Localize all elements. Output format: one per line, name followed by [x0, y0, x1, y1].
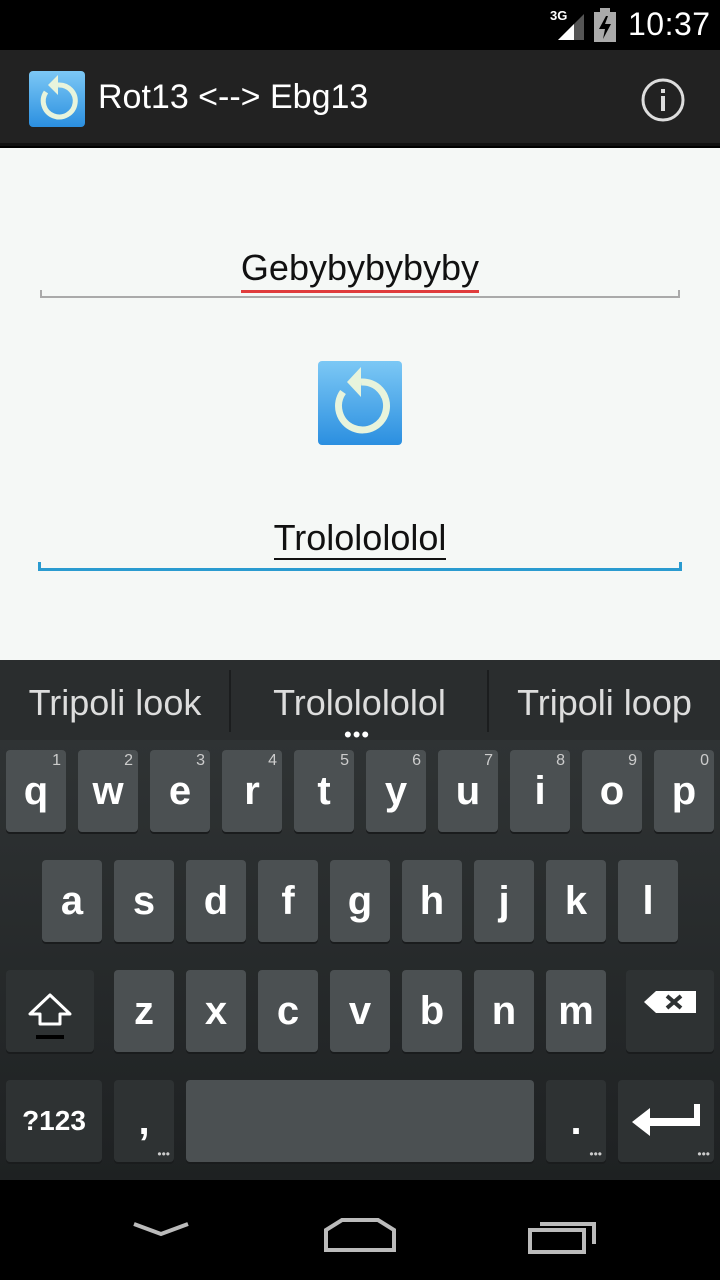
key-k[interactable]: k — [546, 860, 606, 942]
key-c[interactable]: c — [258, 970, 318, 1052]
clock: 10:37 — [628, 6, 711, 42]
key-e[interactable]: 3e — [150, 750, 210, 832]
navigation-bar — [0, 1180, 720, 1280]
symbols-key[interactable]: ?123 — [6, 1080, 102, 1162]
key-label: c — [276, 989, 300, 1033]
key-hint: 7 — [484, 752, 493, 769]
key-z[interactable]: z — [114, 970, 174, 1052]
period-key[interactable]: . ••• — [546, 1080, 606, 1162]
key-u[interactable]: 7u — [438, 750, 498, 832]
key-hint: 5 — [340, 752, 349, 769]
status-bar: 3G 10:37 — [0, 0, 720, 50]
key-label: a — [60, 879, 84, 923]
output-field[interactable]: Trololololol — [38, 518, 682, 578]
input-field[interactable]: Gebybybybyby — [40, 246, 680, 306]
key-hint: 9 — [628, 752, 637, 769]
key-a[interactable]: a — [42, 860, 102, 942]
key-hint: 8 — [556, 752, 565, 769]
input-underline — [40, 290, 680, 298]
key-g[interactable]: g — [330, 860, 390, 942]
key-q[interactable]: 1q — [6, 750, 66, 832]
key-l[interactable]: l — [618, 860, 678, 942]
rotate-button[interactable] — [317, 360, 403, 446]
rotate-icon[interactable] — [28, 70, 86, 128]
space-key[interactable] — [186, 1080, 534, 1162]
key-n[interactable]: n — [474, 970, 534, 1052]
key-r[interactable]: 4r — [222, 750, 282, 832]
suggestion-3[interactable]: Tripoli loop — [489, 660, 720, 740]
key-label: b — [419, 989, 445, 1033]
key-o[interactable]: 9o — [582, 750, 642, 832]
key-f[interactable]: f — [258, 860, 318, 942]
key-s[interactable]: s — [114, 860, 174, 942]
more-keys-indicator: ••• — [157, 1147, 170, 1161]
key-j[interactable]: j — [474, 860, 534, 942]
home-icon[interactable] — [322, 1216, 398, 1256]
key-hint: 6 — [412, 752, 421, 769]
key-hint: 3 — [196, 752, 205, 769]
input-text[interactable]: Gebybybybyby — [240, 246, 480, 293]
key-label: v — [348, 989, 372, 1033]
key-label: k — [564, 879, 588, 923]
backspace-key[interactable] — [626, 970, 714, 1052]
key-i[interactable]: 8i — [510, 750, 570, 832]
key-label: l — [642, 879, 654, 923]
key-label: j — [498, 879, 510, 923]
key-label: m — [558, 989, 594, 1033]
key-p[interactable]: 0p — [654, 750, 714, 832]
key-v[interactable]: v — [330, 970, 390, 1052]
comma-key[interactable]: , ••• — [114, 1080, 174, 1162]
more-keys-indicator: ••• — [589, 1147, 602, 1161]
output-text[interactable]: Trololololol — [273, 518, 447, 560]
key-x[interactable]: x — [186, 970, 246, 1052]
keyboard: 1q 2w 3e 4r 5t 6y 7u 8i 9o 0p a s d f g … — [0, 740, 720, 1180]
main-content: Gebybybybyby Trololololol — [0, 148, 720, 660]
enter-key[interactable]: ••• — [618, 1080, 714, 1162]
backspace-icon — [644, 991, 696, 1013]
key-hint: 1 — [52, 752, 61, 769]
key-label: ?123 — [22, 1105, 86, 1136]
recents-icon[interactable] — [526, 1216, 600, 1256]
key-hint: 2 — [124, 752, 133, 769]
battery-icon — [594, 8, 616, 42]
output-underline — [38, 562, 682, 571]
key-label: z — [134, 989, 154, 1033]
key-h[interactable]: h — [402, 860, 462, 942]
key-label: g — [347, 879, 373, 923]
more-keys-indicator: ••• — [697, 1147, 710, 1161]
app-title: Rot13 <--> Ebg13 — [98, 78, 369, 116]
key-y[interactable]: 6y — [366, 750, 426, 832]
key-hint: 0 — [700, 752, 709, 769]
shift-icon — [28, 993, 72, 1039]
key-b[interactable]: b — [402, 970, 462, 1052]
key-label: f — [281, 879, 295, 923]
key-label: h — [419, 879, 445, 923]
shift-key[interactable] — [6, 970, 94, 1052]
key-t[interactable]: 5t — [294, 750, 354, 832]
key-w[interactable]: 2w — [78, 750, 138, 832]
key-label: s — [132, 879, 156, 923]
key-label: d — [203, 879, 229, 923]
key-label: n — [491, 989, 517, 1033]
more-suggestions-indicator[interactable]: ••• — [344, 724, 370, 746]
key-m[interactable]: m — [546, 970, 606, 1052]
key-hint: 4 — [268, 752, 277, 769]
info-icon[interactable] — [640, 77, 686, 123]
action-bar: Rot13 <--> Ebg13 — [0, 50, 720, 146]
key-d[interactable]: d — [186, 860, 246, 942]
suggestion-1[interactable]: Tripoli look — [0, 660, 230, 740]
key-label: x — [204, 989, 228, 1033]
back-chevron-icon[interactable] — [130, 1210, 192, 1250]
signal-icon — [558, 14, 584, 40]
